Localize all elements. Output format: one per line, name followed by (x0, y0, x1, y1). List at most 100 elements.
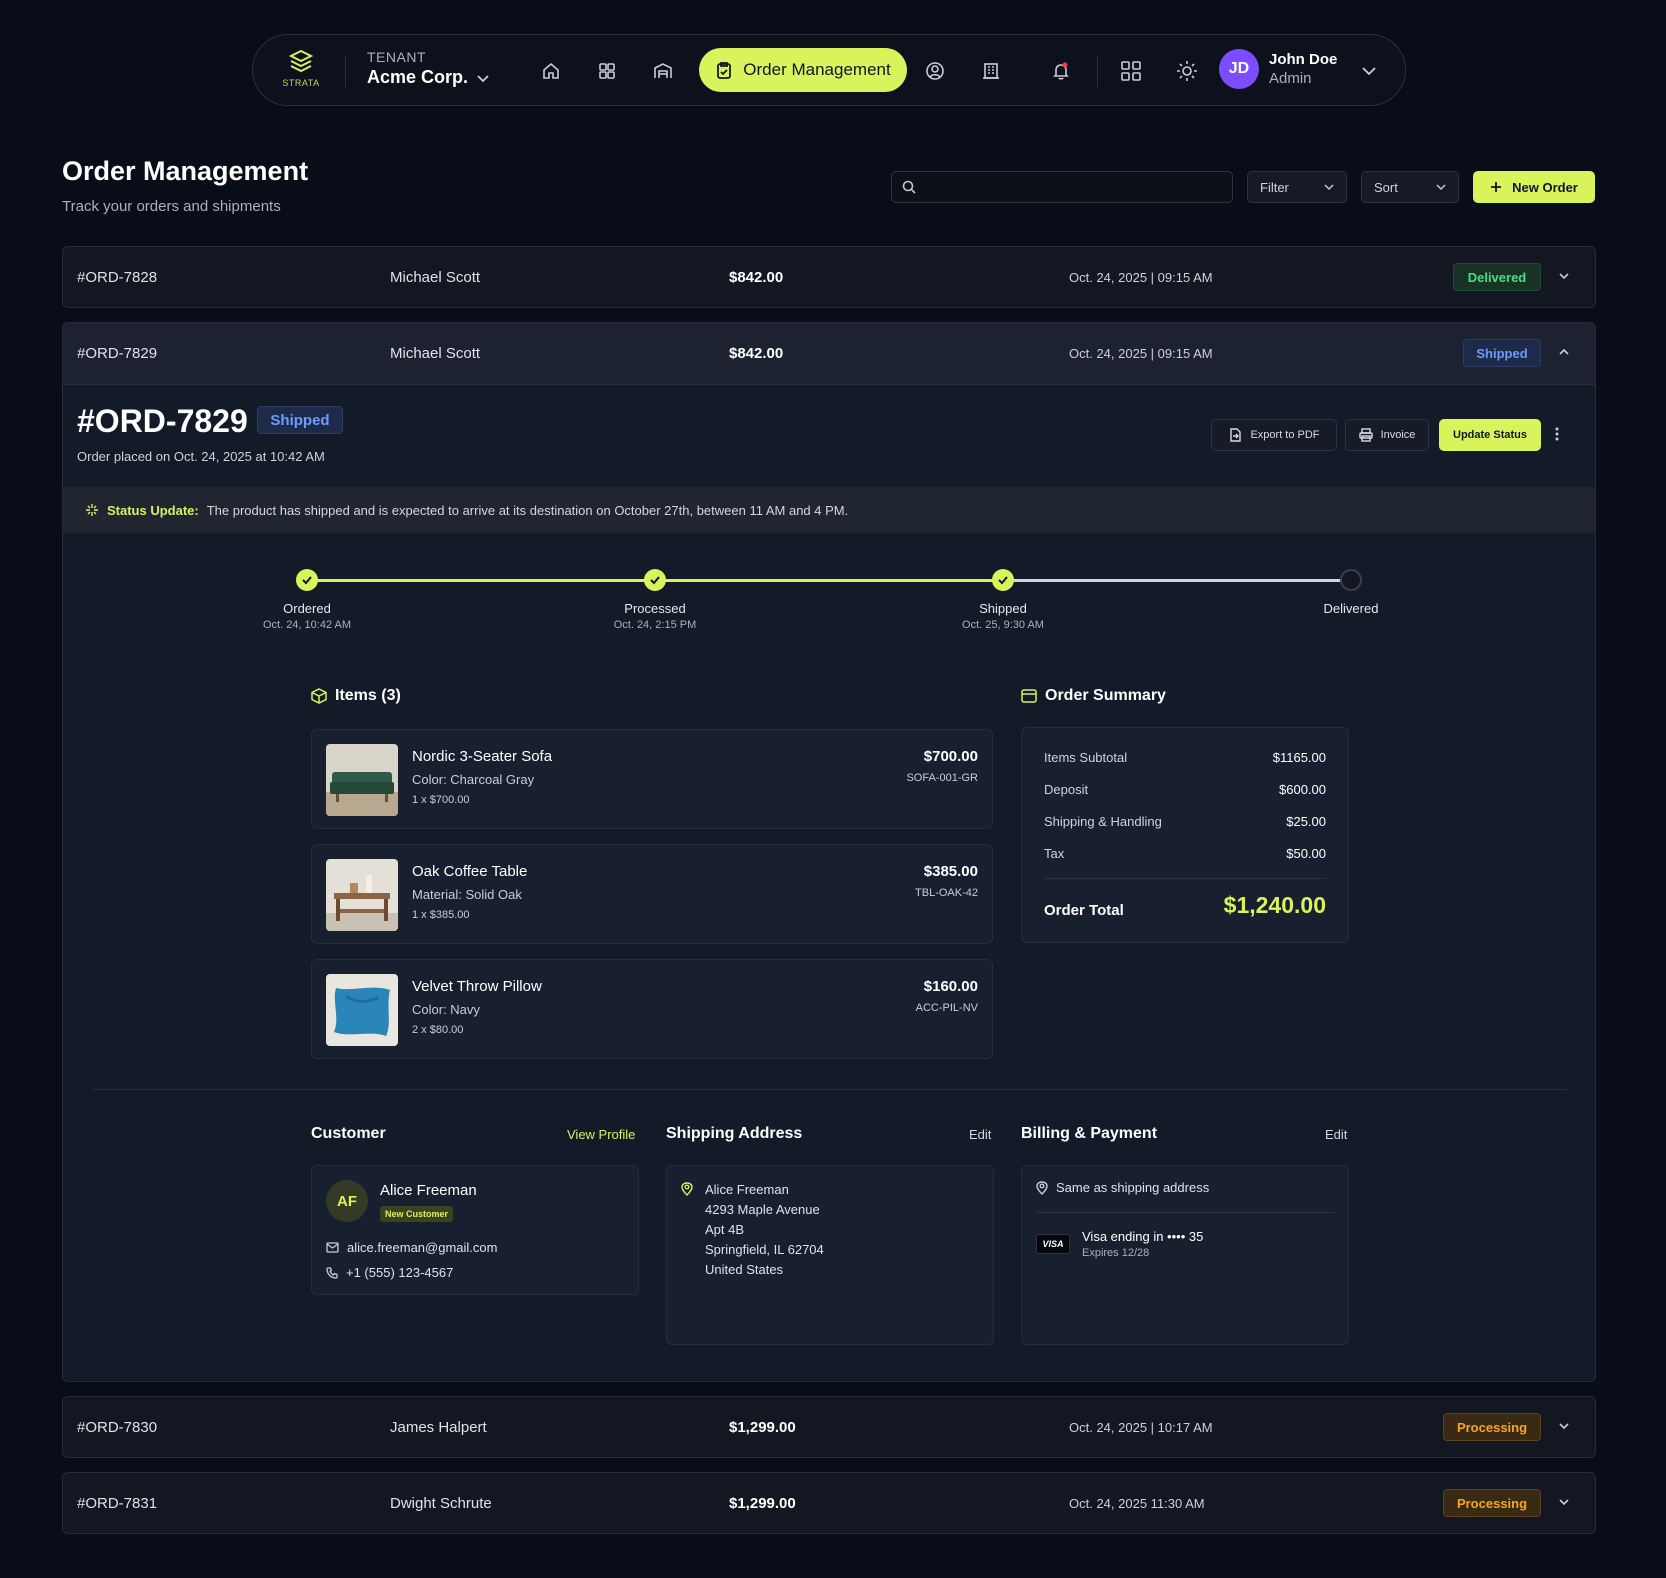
tenant-label: TENANT (367, 49, 426, 65)
edit-shipping-link[interactable]: Edit (969, 1127, 991, 1142)
nav-active-label: Order Management (743, 60, 891, 79)
chevron-down-icon[interactable] (1557, 269, 1571, 283)
tenant-switcher[interactable]: TENANT Acme Corp. (367, 49, 490, 88)
shipping-name: Alice Freeman (705, 1182, 789, 1197)
status-update-banner: Status Update: The product has shipped a… (63, 487, 1595, 533)
page-subtitle: Track your orders and shipments (62, 198, 281, 215)
chevron-down-icon (477, 74, 489, 82)
search-input[interactable] (924, 179, 1224, 195)
chevron-up-icon[interactable] (1557, 345, 1571, 359)
map-pin-icon (681, 1182, 693, 1196)
status-badge: Shipped (1463, 339, 1541, 367)
item-quantity: 1 x $385.00 (412, 909, 470, 921)
printer-icon (1358, 428, 1373, 442)
item-quantity: 2 x $80.00 (412, 1024, 464, 1036)
item-sku: ACC-PIL-NV (915, 1002, 978, 1014)
order-row[interactable]: #ORD-7830 James Halpert $1,299.00 Oct. 2… (62, 1396, 1596, 1458)
shipping-title: Shipping Address (666, 1125, 803, 1142)
view-profile-link[interactable]: View Profile (567, 1127, 635, 1142)
avatar[interactable]: JD (1219, 49, 1259, 89)
order-date: Oct. 24, 2025 | 09:15 AM (1069, 346, 1213, 361)
order-row[interactable]: #ORD-7829 Michael Scott $842.00 Oct. 24,… (63, 323, 1595, 385)
divider (1044, 878, 1326, 879)
sort-dropdown[interactable]: Sort (1361, 171, 1459, 203)
strata-logo[interactable]: STRATA (277, 48, 325, 94)
export-pdf-button[interactable]: Export to PDF (1211, 419, 1337, 451)
apps-grid-icon[interactable] (1115, 55, 1147, 87)
status-badge: Processing (1443, 1489, 1541, 1517)
user-name: John Doe (1269, 51, 1338, 68)
plus-icon (1491, 182, 1502, 192)
building-icon[interactable] (975, 55, 1007, 87)
sun-icon[interactable] (1171, 55, 1203, 87)
nav-order-management[interactable]: Order Management (699, 48, 907, 92)
chevron-down-icon[interactable] (1353, 55, 1385, 87)
order-total-label: Order Total (1044, 902, 1124, 919)
summary-value: $25.00 (1286, 814, 1326, 829)
order-row[interactable]: #ORD-7831 Dwight Schrute $1,299.00 Oct. … (62, 1472, 1596, 1534)
order-row[interactable]: #ORD-7828 Michael Scott $842.00 Oct. 24,… (62, 246, 1596, 308)
chevron-down-icon[interactable] (1557, 1419, 1571, 1433)
invoice-button[interactable]: Invoice (1345, 419, 1429, 451)
step-processed-check-icon (644, 569, 666, 591)
more-options-icon[interactable] (1555, 427, 1559, 441)
step-label: Processed (624, 601, 686, 616)
card-info: Visa ending in •••• 35 (1082, 1229, 1204, 1244)
item-name: Oak Coffee Table (412, 863, 528, 880)
item-sku: SOFA-001-GR (906, 772, 978, 784)
new-order-button[interactable]: New Order (1473, 171, 1595, 203)
shipping-address-card: Alice Freeman 4293 Maple Avenue Apt 4B S… (666, 1165, 994, 1345)
clipboard-check-icon (717, 62, 732, 79)
home-icon[interactable] (535, 55, 567, 87)
dashboard-icon[interactable] (591, 55, 623, 87)
shipping-line: United States (705, 1262, 784, 1277)
status-badge: Delivered (1453, 263, 1541, 291)
customer-title: Customer (311, 1125, 386, 1142)
order-customer: Michael Scott (390, 345, 481, 362)
customer-tag: New Customer (380, 1206, 454, 1222)
shipping-line: 4293 Maple Avenue (705, 1202, 820, 1217)
status-update-text: The product has shipped and is expected … (206, 502, 849, 518)
customer-phone[interactable]: +1 (555) 123-4567 (326, 1265, 453, 1280)
chevron-down-icon[interactable] (1557, 1495, 1571, 1509)
order-date: Oct. 24, 2025 | 09:15 AM (1069, 270, 1213, 285)
user-menu[interactable]: John Doe Admin (1269, 51, 1337, 87)
summary-value: $50.00 (1286, 846, 1326, 861)
order-date: Oct. 24, 2025 11:30 AM (1069, 1496, 1205, 1511)
user-role: Admin (1269, 70, 1312, 87)
list-item[interactable]: Nordic 3-Seater Sofa Color: Charcoal Gra… (311, 729, 993, 829)
customer-email[interactable]: alice.freeman@gmail.com (326, 1240, 497, 1255)
edit-billing-link[interactable]: Edit (1325, 1127, 1347, 1142)
customer-email-text: alice.freeman@gmail.com (347, 1240, 498, 1255)
order-date: Oct. 24, 2025 | 10:17 AM (1069, 1420, 1213, 1435)
list-item[interactable]: Oak Coffee Table Material: Solid Oak 1 x… (311, 844, 993, 944)
sort-label: Sort (1374, 179, 1398, 195)
user-circle-icon[interactable] (919, 55, 951, 87)
divider (1097, 55, 1098, 87)
invoice-label: Invoice (1380, 429, 1416, 441)
customer-name: Alice Freeman (380, 1182, 477, 1199)
order-id: #ORD-7829 (77, 345, 158, 362)
order-summary-title: Order Summary (1045, 687, 1166, 704)
page-title: Order Management (62, 156, 309, 186)
top-nav: STRATA TENANT Acme Corp. Order Managemen… (252, 34, 1406, 106)
pillow-thumbnail (326, 974, 398, 1046)
map-pin-icon (1036, 1180, 1048, 1195)
list-item[interactable]: Velvet Throw Pillow Color: Navy 2 x $80.… (311, 959, 993, 1059)
order-customer: Michael Scott (390, 269, 481, 286)
chevron-down-icon (1436, 184, 1446, 191)
update-status-button[interactable]: Update Status (1439, 419, 1541, 451)
item-sku: TBL-OAK-42 (915, 887, 978, 899)
search-box[interactable] (891, 171, 1233, 203)
order-detail-panel: #ORD-7829 Michael Scott $842.00 Oct. 24,… (62, 322, 1596, 1382)
shipping-line: Apt 4B (705, 1222, 745, 1237)
filter-dropdown[interactable]: Filter (1247, 171, 1347, 203)
item-name: Velvet Throw Pillow (412, 978, 542, 995)
order-customer: Dwight Schrute (390, 1495, 492, 1512)
step-date: Oct. 25, 9:30 AM (962, 619, 1044, 631)
summary-value: $1165.00 (1272, 750, 1326, 765)
order-id: #ORD-7830 (77, 1419, 158, 1436)
order-id: #ORD-7828 (77, 269, 158, 286)
warehouse-icon[interactable] (647, 55, 679, 87)
bell-icon[interactable] (1045, 55, 1077, 87)
